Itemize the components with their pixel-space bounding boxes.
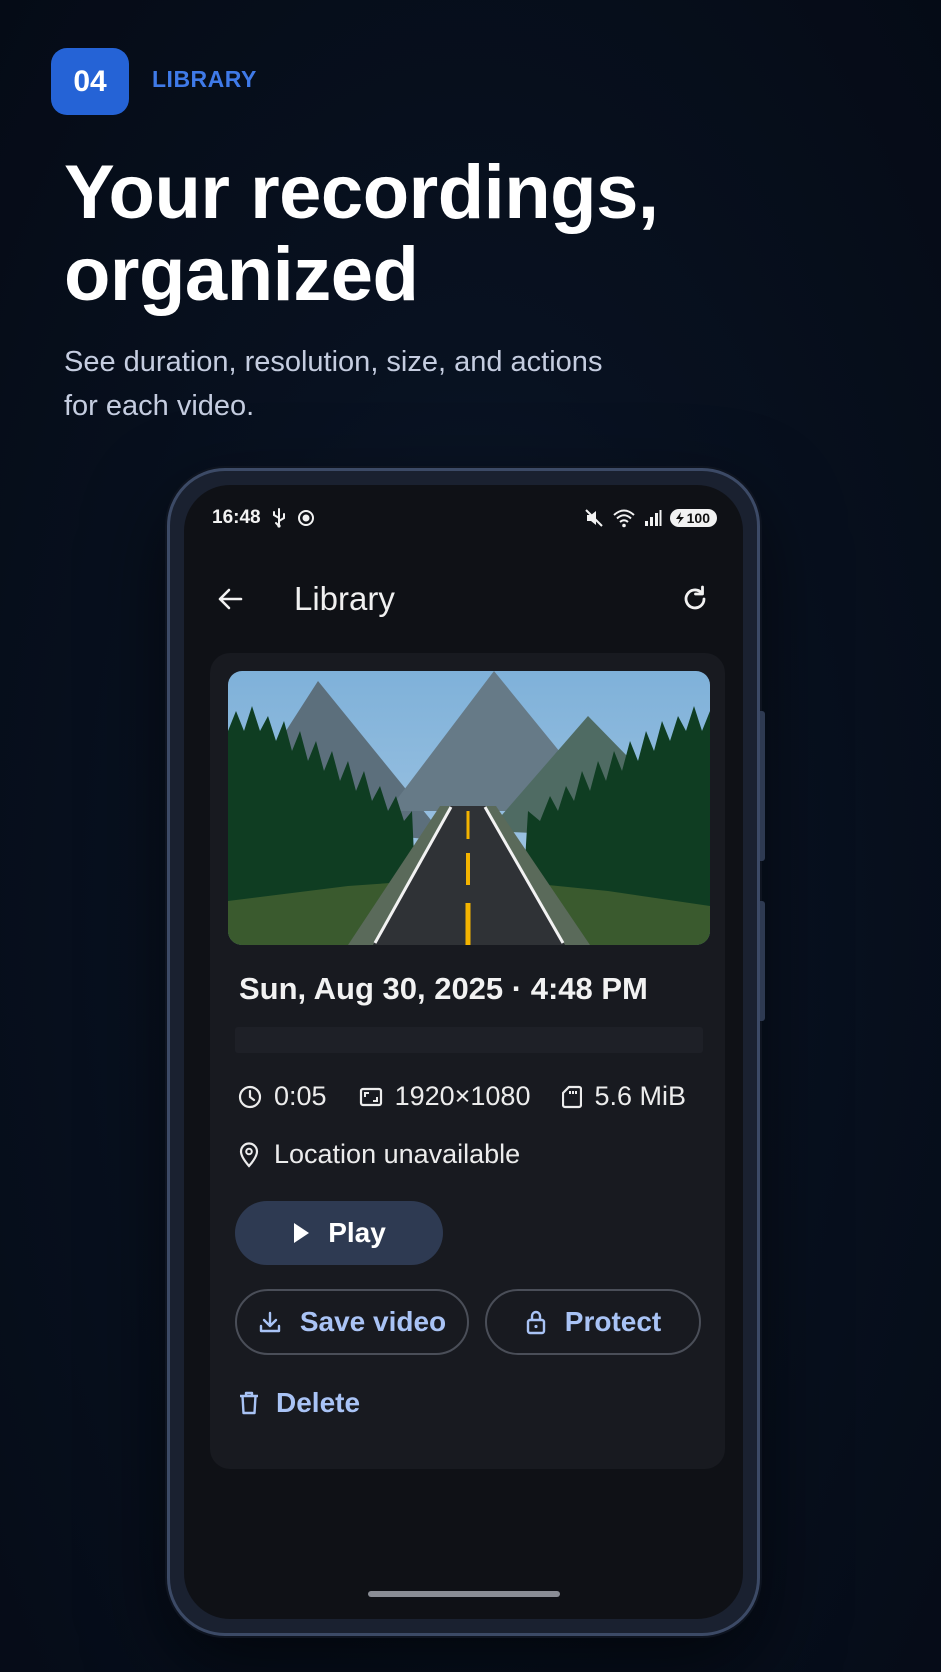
- sd-card-icon: [562, 1085, 583, 1108]
- back-button[interactable]: [212, 581, 248, 617]
- headline-line-1: Your recordings,: [64, 150, 659, 235]
- location-value: Location unavailable: [274, 1139, 521, 1169]
- battery-indicator: 100: [669, 509, 717, 527]
- usb-icon: [271, 508, 287, 528]
- subtext-line-2: for each video.: [64, 390, 255, 422]
- divider-bar: [235, 1027, 703, 1053]
- resolution-meta: 1920×1080: [359, 1081, 531, 1112]
- headline-line-2: organized: [64, 232, 419, 317]
- play-button[interactable]: Play: [235, 1201, 443, 1265]
- phone-screen: 16:48 100 Library Sun, Aug 30, 2025 · 4:…: [184, 485, 743, 1619]
- recording-date: Sun, Aug 30, 2025 · 4:48 PM: [239, 971, 648, 1006]
- download-icon: [259, 1311, 281, 1333]
- mute-icon: [584, 508, 604, 528]
- subtext-line-1: See duration, resolution, size, and acti…: [64, 346, 603, 378]
- volume-button: [760, 901, 765, 1021]
- home-indicator[interactable]: [367, 1591, 560, 1597]
- wifi-icon: [612, 508, 636, 528]
- page-title: Library: [294, 580, 395, 617]
- size-value: 5.6 MiB: [594, 1081, 687, 1111]
- headline: Your recordings, organized: [64, 152, 864, 316]
- step-number-badge: 04: [51, 48, 129, 115]
- lock-icon: [526, 1310, 545, 1335]
- power-button: [760, 711, 765, 861]
- delete-button[interactable]: Delete: [238, 1383, 360, 1423]
- duration-value: 0:05: [274, 1081, 327, 1111]
- refresh-icon: [684, 585, 706, 610]
- save-video-button[interactable]: Save video: [235, 1289, 469, 1355]
- record-icon: [297, 509, 315, 527]
- status-time: 16:48: [212, 507, 261, 528]
- recording-meta: 0:05 1920×1080 5.6 MiB: [238, 1081, 686, 1112]
- play-icon: [294, 1223, 310, 1243]
- video-thumbnail[interactable]: [228, 671, 710, 945]
- road-scene-thumbnail-image: [228, 671, 710, 945]
- play-label: Play: [328, 1217, 386, 1248]
- protect-label: Protect: [564, 1306, 662, 1337]
- status-bar: 16:48 100: [184, 503, 743, 533]
- phone-frame: 16:48 100 Library Sun, Aug 30, 2025 · 4:…: [167, 468, 765, 1636]
- location-pin-icon: [239, 1141, 259, 1168]
- duration-meta: 0:05: [238, 1081, 327, 1112]
- trash-icon: [240, 1391, 258, 1415]
- size-meta: 5.6 MiB: [562, 1081, 686, 1112]
- delete-label: Delete: [276, 1387, 361, 1418]
- subtext: See duration, resolution, size, and acti…: [64, 340, 704, 428]
- aspect-ratio-icon: [359, 1087, 382, 1106]
- location-meta: Location unavailable: [238, 1139, 520, 1170]
- battery-level: 100: [686, 510, 710, 526]
- charging-icon: [675, 512, 684, 524]
- protect-button[interactable]: Protect: [485, 1289, 701, 1355]
- resolution-value: 1920×1080: [394, 1081, 531, 1111]
- save-video-label: Save video: [299, 1306, 447, 1337]
- step-label: LIBRARY: [152, 66, 257, 92]
- clock-icon: [238, 1085, 262, 1108]
- signal-icon: [644, 509, 662, 527]
- recording-card: Sun, Aug 30, 2025 · 4:48 PM 0:05 1920×10…: [210, 653, 725, 1469]
- app-bar: Library: [184, 571, 743, 627]
- arrow-left-icon: [218, 588, 243, 610]
- refresh-button[interactable]: [677, 581, 713, 617]
